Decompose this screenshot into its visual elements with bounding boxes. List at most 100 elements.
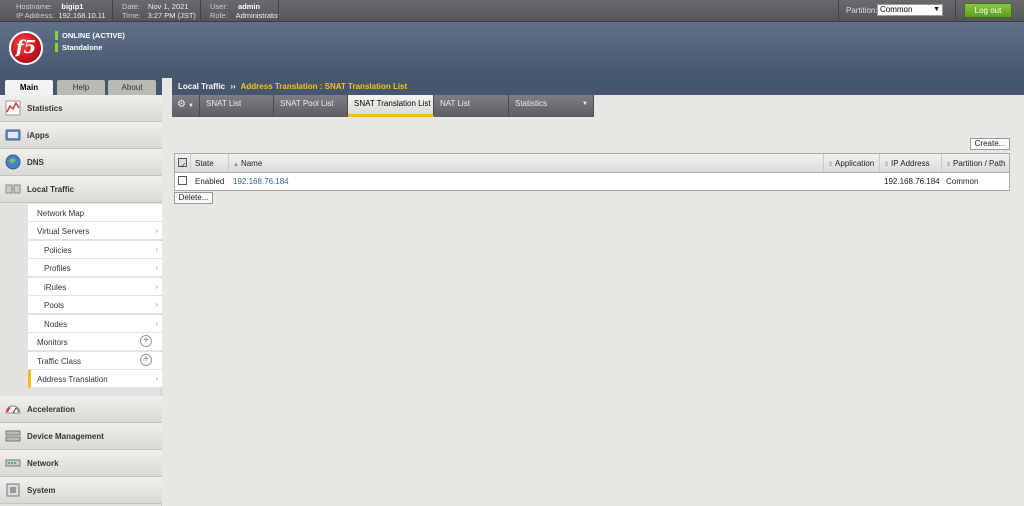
row-ip-address: 192.168.76.184 [884,177,940,186]
tab-snat-translation-list[interactable]: SNAT Translation List [348,95,434,117]
divider [112,0,113,22]
chevron-down-icon: ▼ [187,103,194,109]
sidebar-item-monitors[interactable]: Monitors + [28,333,162,351]
checkbox-icon [178,156,187,175]
snat-translation-table: State ▲Name ⇕Application ⇕IP Address ⇕Pa… [174,153,1010,191]
column-state[interactable]: State [191,154,229,172]
column-name[interactable]: ▲ Name [229,154,824,172]
sidebar-item-profiles[interactable]: Profiles › [28,259,162,277]
column-label: IP Address [891,159,930,168]
chevron-down-icon: ▼ [582,101,588,107]
gauge-icon [5,405,21,414]
sidebar-item-device-management[interactable]: Device Management [0,423,162,450]
sidebar-item-statistics[interactable]: Statistics [0,95,162,122]
sidebar-item-nodes[interactable]: Nodes › [28,315,162,333]
breadcrumb-root[interactable]: Local Traffic [178,82,225,91]
add-icon[interactable]: + [140,354,152,366]
divider [278,0,279,22]
sidebar-item-policies[interactable]: Policies › [28,241,162,259]
ip-label: IP Address: [16,11,55,20]
hostname-value: bigip1 [61,2,84,11]
sidebar-item-local-traffic[interactable]: Local Traffic [0,176,162,203]
tab-help[interactable]: Help [57,80,105,95]
role-label: Role: [210,11,228,20]
sidebar-item-traffic-class[interactable]: Traffic Class + [28,352,162,370]
sidebar-label: Acceleration [27,405,76,414]
system-icon [6,483,20,497]
chevron-right-icon: › [155,226,158,235]
sidebar-item-virtual-servers[interactable]: Virtual Servers › [28,222,162,240]
sub-label: Profiles [44,264,71,273]
date-label: Date: [122,2,140,11]
sort-icon: ⇕ [884,162,890,168]
create-button[interactable]: Create... [970,138,1010,150]
sort-icon: ⇕ [828,162,834,168]
tab-statistics[interactable]: Statistics ▼ [509,95,594,117]
tab-snat-list[interactable]: SNAT List [200,95,274,117]
status-indicator [55,31,58,40]
column-label: Partition / Path [953,159,1006,168]
sidebar-item-system[interactable]: System [0,477,162,504]
tab-main[interactable]: Main [5,80,53,95]
delete-button[interactable]: Delete... [174,192,213,204]
user-label: User: [210,2,228,11]
partition-select[interactable]: Common ▼ [877,4,943,16]
sub-label: Address Translation [37,375,108,384]
tab-strip: ⚙ ▼ SNAT List SNAT Pool List SNAT Transla… [172,95,594,117]
chevron-right-icon: › [155,245,158,254]
chevron-down-icon: ▼ [933,6,940,13]
column-ip-address[interactable]: ⇕ IP Address [880,154,942,172]
iapps-icon [5,129,21,141]
sidebar-item-network-map[interactable]: Network Map [28,204,162,222]
mode-text: Standalone [62,43,103,52]
tab-snat-pool-list[interactable]: SNAT Pool List [274,95,348,117]
tab-about[interactable]: About [108,80,156,95]
tab-nat-list[interactable]: NAT List [434,95,509,117]
add-icon[interactable]: + [140,335,152,347]
row-name-link[interactable]: 192.168.76.184 [229,173,824,190]
ip-value: 192.168.10.11 [58,11,106,20]
device-icon [5,430,21,442]
gear-menu[interactable]: ⚙ ▼ [172,95,200,117]
top-info-bar: Hostname: bigip1 IP Address: 192.168.10.… [0,0,1024,22]
sidebar-item-acceleration[interactable]: Acceleration [0,396,162,423]
sidebar-label: Statistics [27,104,63,113]
mode-indicator [55,43,58,52]
sub-label: Network Map [37,209,85,218]
time-label: Time: [122,11,141,20]
gear-icon: ⚙ [177,99,186,110]
row-partition: Common [946,177,979,186]
sidebar-item-dns[interactable]: DNS [0,149,162,176]
sidebar-label: System [27,486,56,495]
chevron-right-icon: › [155,263,158,272]
divider [955,0,956,22]
row-checkbox[interactable] [175,173,191,190]
sub-label: Pools [44,301,65,310]
statistics-icon [5,100,21,116]
network-icon [5,459,21,467]
sidebar-item-network[interactable]: Network [0,450,162,477]
sidebar-item-pools[interactable]: Pools › [28,296,162,314]
partition-value: Common [880,5,913,14]
date-info: Date: Nov 1, 2021 Time: 3:27 PM (JST) [122,2,196,20]
sidebar-label: iApps [27,131,50,140]
tab-label: Statistics [515,99,548,108]
select-all-checkbox[interactable] [175,154,191,175]
column-partition[interactable]: ⇕ Partition / Path [942,154,1011,172]
row-state: Enabled [195,177,225,186]
sub-label: Nodes [44,320,68,329]
f5-logo: f5 [9,31,43,65]
sidebar-label: Device Management [27,432,104,441]
status-text: ONLINE (ACTIVE) [62,31,125,40]
globe-icon [5,154,21,170]
sidebar-item-irules[interactable]: iRules › [28,278,162,296]
logout-button[interactable]: Log out [964,3,1012,18]
divider [200,0,201,22]
sidebar-item-address-translation[interactable]: Address Translation › [28,370,162,388]
sub-label: Virtual Servers [37,227,90,236]
sidebar-item-iapps[interactable]: iApps [0,122,162,149]
tab-bar: ⚙ ▼ SNAT List SNAT Pool List SNAT Transla… [172,95,1024,117]
table-row: Enabled 192.168.76.184 192.168.76.184 Co… [175,173,1009,190]
column-label: Name [240,159,263,168]
column-application[interactable]: ⇕ Application [824,154,880,172]
